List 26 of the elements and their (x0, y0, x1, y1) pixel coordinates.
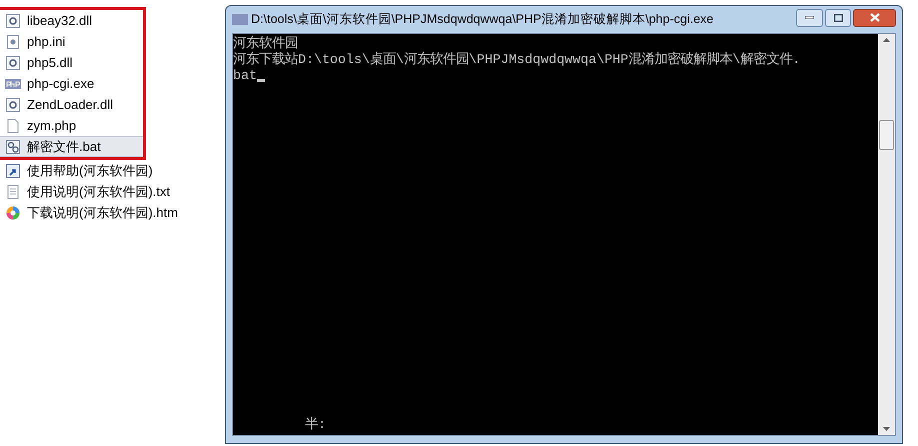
php-icon (232, 14, 248, 25)
maximize-button[interactable] (825, 8, 851, 26)
minimize-button[interactable] (796, 8, 823, 26)
colorful-circle-icon (5, 204, 21, 220)
scroll-thumb[interactable] (879, 120, 894, 150)
shortcut-icon (5, 162, 21, 178)
scroll-up-icon (883, 38, 890, 42)
window-title: D:\tools\桌面\河东软件园\PHPJMsdqwdqwwqa\PHP混淆加密破解脚本\php-cgi.exe (251, 11, 714, 28)
scroll-down-icon (883, 427, 890, 431)
gear-file-icon (5, 12, 21, 28)
blank-file-icon (5, 118, 21, 134)
gear-file-icon (5, 96, 21, 112)
gears-file-icon (5, 138, 21, 154)
minimize-icon (805, 16, 814, 19)
console-line: 河东下载站D:\tools\桌面\河东软件园\PHPJMsdqwdqwwqa\PHP混淆加密破解脚本\解密文件. (233, 52, 800, 68)
text-file-icon (5, 184, 21, 200)
settings-file-icon (5, 34, 21, 50)
scrollbar[interactable] (878, 34, 895, 435)
close-button[interactable] (853, 8, 896, 26)
console-line: bat (233, 68, 257, 84)
close-icon (870, 13, 880, 22)
maximize-icon (834, 14, 842, 22)
file-item[interactable]: 解密文件.bat (0, 136, 143, 157)
console-line: 河东软件园 (233, 36, 298, 52)
gear-file-icon (5, 54, 21, 70)
ime-status: 半: (305, 417, 326, 433)
